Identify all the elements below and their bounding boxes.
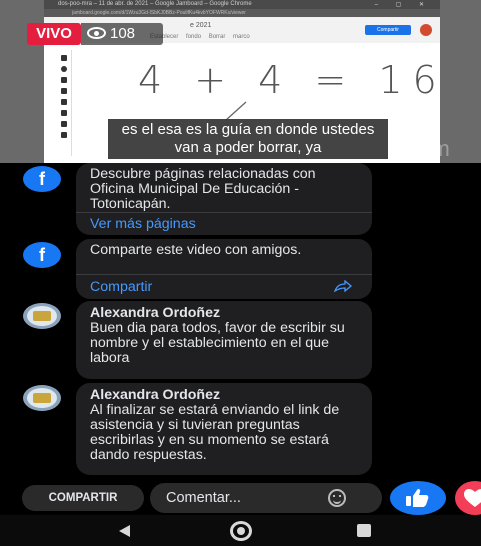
comment-input[interactable]: Comentar... xyxy=(150,483,382,513)
viewer-count: 108 xyxy=(110,25,136,42)
comment-placeholder: Comentar... xyxy=(166,490,241,506)
page-suggestion-text: Descubre páginas relacionadas con Oficin… xyxy=(90,166,316,212)
page-suggestion-card: Descubre páginas relacionadas con Oficin… xyxy=(76,163,372,235)
avatar[interactable] xyxy=(23,385,61,411)
live-badge: VIVO xyxy=(27,23,81,45)
share-video-text: Comparte este video con amigos. xyxy=(90,242,302,258)
browser-url-bar: jamboard.google.com/d/1Wzu3Gd-ISbKJ0BBz-… xyxy=(44,9,440,17)
share-arrow-icon[interactable] xyxy=(334,280,352,292)
jamboard-toolbar: Establecer fondo Borrar marco xyxy=(150,34,250,40)
system-navigation-bar xyxy=(0,515,481,546)
jamboard-tool-rail xyxy=(56,50,72,156)
zoom-watermark: zoom xyxy=(393,136,451,161)
share-link[interactable]: Compartir xyxy=(90,279,152,295)
emoji-icon[interactable] xyxy=(328,489,346,507)
viewer-count-badge: 108 xyxy=(81,23,163,45)
like-button[interactable] xyxy=(390,481,446,515)
comment-bubble: Alexandra Ordoñez Buen dia para todos, f… xyxy=(76,301,372,379)
love-icon xyxy=(464,489,481,507)
comment-bar: COMPARTIR Comentar... xyxy=(0,481,481,515)
eye-icon xyxy=(87,27,106,39)
comment-bubble: Alexandra Ordoñez Al finalizar se estará… xyxy=(76,383,372,475)
share-video-card: Comparte este video con amigos. Comparti… xyxy=(76,239,372,299)
recent-apps-icon[interactable] xyxy=(357,524,371,537)
comment-author[interactable]: Alexandra Ordoñez xyxy=(90,306,358,321)
love-button[interactable] xyxy=(455,481,481,515)
comment-text: Al finalizar se estará enviando el link … xyxy=(90,402,340,463)
live-video-player[interactable]: dos-poo-mra – 11 de abr. de 2021 – Googl… xyxy=(0,0,481,163)
divider xyxy=(76,212,372,213)
comment-text: Buen dia para todos, favor de escribir s… xyxy=(90,320,345,366)
jamboard-share-button: Compartir xyxy=(365,25,411,35)
facebook-icon: f xyxy=(23,242,61,268)
avatar[interactable] xyxy=(23,303,61,329)
jamboard-title: e 2021 xyxy=(190,22,212,29)
browser-tab-title: dos-poo-mra – 11 de abr. de 2021 – Googl… xyxy=(58,1,252,7)
home-icon[interactable] xyxy=(230,521,252,541)
whiteboard-equation: 4 + 4 = 16 xyxy=(138,58,447,102)
comment-author[interactable]: Alexandra Ordoñez xyxy=(90,388,358,403)
like-icon xyxy=(406,488,429,507)
window-controls: – ▢ ✕ xyxy=(374,2,432,8)
browser-url: jamboard.google.com/d/1Wzu3Gd-ISbKJ0BBz-… xyxy=(72,10,246,16)
divider xyxy=(76,274,372,275)
live-comments-feed[interactable]: f Descubre páginas relacionadas con Ofic… xyxy=(0,163,481,481)
browser-title-bar: dos-poo-mra – 11 de abr. de 2021 – Googl… xyxy=(44,0,440,9)
video-subtitle: es el esa es la guía en donde ustedes va… xyxy=(108,119,388,159)
jamboard-user-avatar xyxy=(420,24,432,36)
share-button[interactable]: COMPARTIR xyxy=(22,485,144,511)
see-more-pages-link[interactable]: Ver más páginas xyxy=(90,216,196,232)
back-icon[interactable] xyxy=(119,525,130,537)
facebook-icon: f xyxy=(23,166,61,192)
